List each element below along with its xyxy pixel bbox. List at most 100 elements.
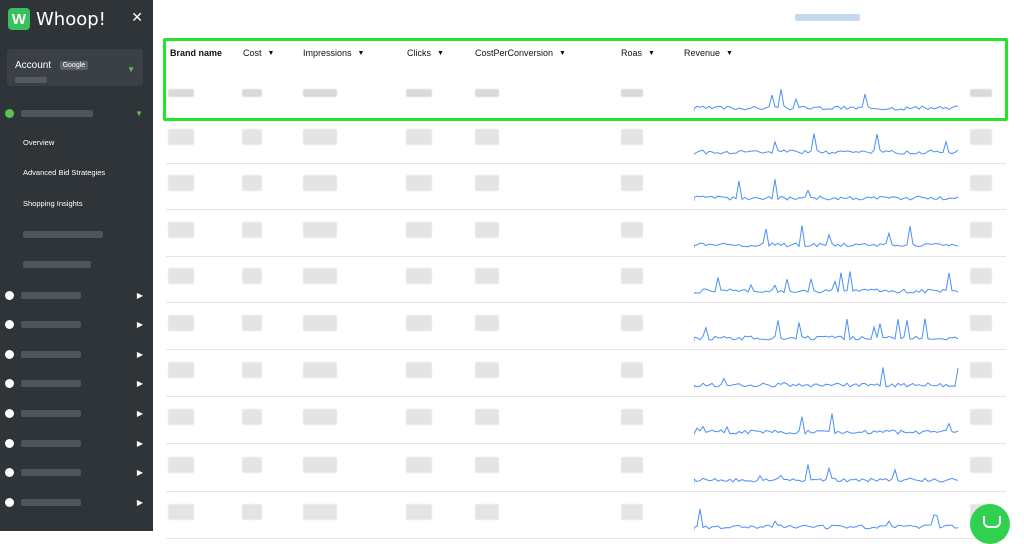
cell-redacted xyxy=(475,362,499,378)
sidebar-item-label: Overview xyxy=(23,137,55,147)
sidebar-group[interactable]: ▶ xyxy=(0,431,153,455)
chat-icon[interactable] xyxy=(970,504,1010,544)
sidebar-item-redacted[interactable] xyxy=(0,222,153,246)
sparkline-path xyxy=(694,225,959,248)
globe-icon xyxy=(5,438,14,448)
table-row[interactable] xyxy=(166,256,1006,303)
cell-redacted xyxy=(406,362,432,378)
cell-redacted xyxy=(406,504,432,520)
chevron-right-icon: ▶ xyxy=(136,497,143,507)
cell-redacted xyxy=(475,504,499,520)
sidebar-group[interactable]: ▶ xyxy=(0,283,153,307)
cell-redacted xyxy=(168,409,194,425)
cell-redacted xyxy=(621,315,643,331)
globe-icon xyxy=(5,290,14,300)
revenue-sparkline xyxy=(694,271,959,294)
close-icon[interactable]: ✕ xyxy=(131,9,143,26)
cell-redacted xyxy=(475,129,499,145)
account-source-badge: Google xyxy=(59,61,89,70)
table-row[interactable] xyxy=(166,492,1006,539)
globe-icon xyxy=(5,467,14,477)
sidebar-group[interactable]: ▶ xyxy=(0,312,153,336)
brand[interactable]: W Whoop! xyxy=(8,8,106,30)
chevron-right-icon: ▶ xyxy=(136,438,143,448)
account-selector[interactable]: Account Google ▼ xyxy=(7,49,143,86)
globe-icon xyxy=(5,497,14,507)
sidebar-group[interactable]: ▶ xyxy=(0,342,153,366)
sidebar-item-label-redacted xyxy=(23,230,103,238)
cell-redacted xyxy=(621,129,643,145)
cell-redacted xyxy=(970,457,992,473)
chevron-right-icon: ▶ xyxy=(136,290,143,300)
sparkline-path xyxy=(694,464,959,483)
table-row[interactable] xyxy=(166,350,1006,397)
sidebar-item-overview[interactable]: Overview xyxy=(0,130,153,154)
cell-redacted xyxy=(303,315,337,331)
sidebar-group-label-redacted xyxy=(21,291,81,299)
cell-redacted xyxy=(303,457,337,473)
cell-redacted xyxy=(475,315,499,331)
globe-icon xyxy=(5,108,14,118)
cell-redacted xyxy=(406,222,432,238)
cell-redacted xyxy=(621,222,643,238)
cell-redacted xyxy=(970,409,992,425)
sidebar-group-label-redacted xyxy=(21,320,81,328)
cell-redacted xyxy=(621,268,643,284)
sidebar-group[interactable]: ▶ xyxy=(0,490,153,514)
chevron-down-icon: ▼ xyxy=(127,65,135,74)
sparkline-path xyxy=(694,318,959,341)
app-name: Whoop! xyxy=(36,8,106,30)
cell-redacted xyxy=(970,175,992,191)
cell-redacted xyxy=(242,362,262,378)
account-name-redacted xyxy=(15,77,47,83)
chevron-down-icon: ▼ xyxy=(135,108,143,118)
cell-redacted xyxy=(168,362,194,378)
sidebar-group-label-redacted xyxy=(21,468,81,476)
highlight-frame xyxy=(163,38,1008,121)
table-row[interactable] xyxy=(166,303,1006,350)
sidebar-group[interactable]: ▶ xyxy=(0,401,153,425)
sidebar-group-label-redacted xyxy=(21,409,81,417)
user-menu-redacted[interactable] xyxy=(795,14,860,21)
sidebar-group[interactable]: ▶ xyxy=(0,371,153,395)
globe-icon xyxy=(5,349,14,359)
table-row[interactable] xyxy=(166,163,1006,210)
sparkline-path xyxy=(694,367,959,388)
cell-redacted xyxy=(168,129,194,145)
cell-redacted xyxy=(406,268,432,284)
sidebar-item-label: Advanced Bid Strategies xyxy=(23,167,106,177)
globe-icon xyxy=(5,408,14,418)
revenue-sparkline xyxy=(694,367,959,388)
cell-redacted xyxy=(406,129,432,145)
cell-redacted xyxy=(406,409,432,425)
cell-redacted xyxy=(303,268,337,284)
chevron-right-icon: ▶ xyxy=(136,319,143,329)
cell-redacted xyxy=(168,457,194,473)
cell-redacted xyxy=(475,175,499,191)
cell-redacted xyxy=(970,362,992,378)
sparkline-path xyxy=(694,271,959,294)
cell-redacted xyxy=(621,409,643,425)
table-row[interactable] xyxy=(166,445,1006,492)
sidebar-item-redacted[interactable] xyxy=(0,252,153,276)
table-row[interactable] xyxy=(166,397,1006,444)
sidebar-group-label-redacted xyxy=(21,109,93,117)
table-row[interactable] xyxy=(166,117,1006,164)
cell-redacted xyxy=(168,268,194,284)
cell-redacted xyxy=(242,222,262,238)
sidebar-group[interactable]: ▶ xyxy=(0,460,153,484)
cell-redacted xyxy=(168,175,194,191)
sidebar-group-active[interactable]: ▼ xyxy=(0,101,153,125)
cell-redacted xyxy=(303,175,337,191)
sparkline-path xyxy=(694,413,959,436)
sidebar-item-shopping-insights[interactable]: Shopping Insights xyxy=(0,191,153,215)
table-row[interactable] xyxy=(166,210,1006,257)
cell-redacted xyxy=(406,315,432,331)
cell-redacted xyxy=(621,362,643,378)
sidebar-item-advanced-bid-strategies[interactable]: Advanced Bid Strategies xyxy=(0,160,153,184)
cell-redacted xyxy=(242,457,262,473)
cell-redacted xyxy=(406,175,432,191)
cell-redacted xyxy=(242,504,262,520)
cell-redacted xyxy=(168,222,194,238)
cell-redacted xyxy=(475,457,499,473)
